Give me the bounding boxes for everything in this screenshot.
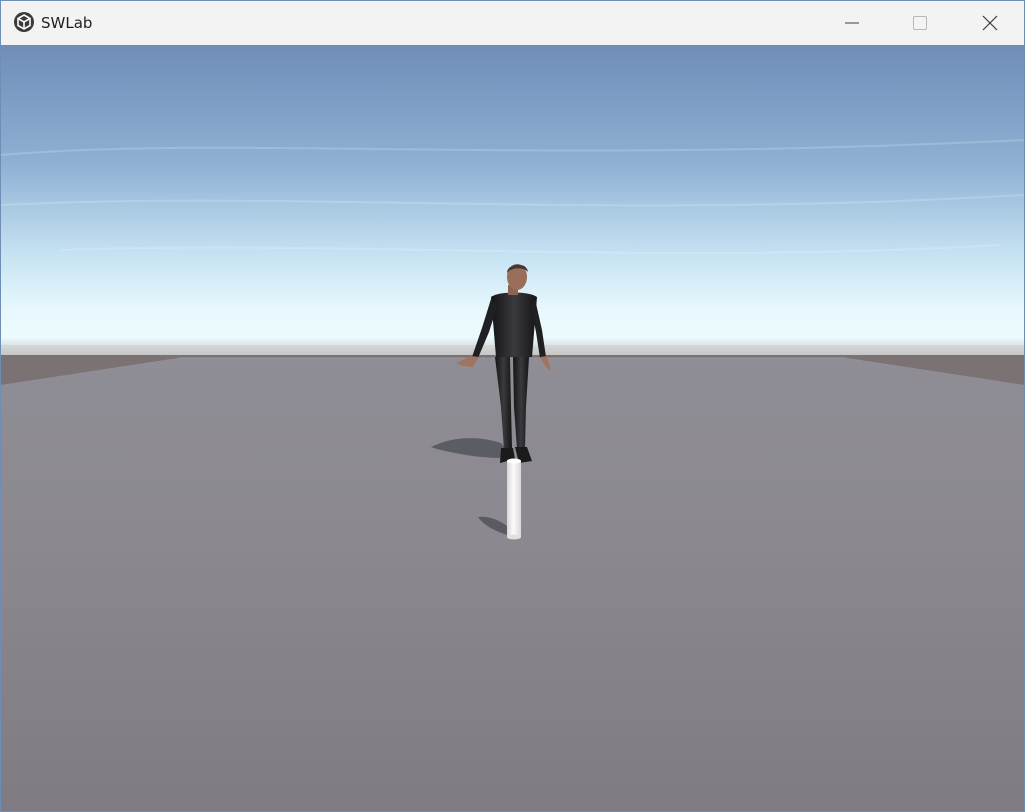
app-window: SWLab <box>0 0 1025 812</box>
close-icon <box>982 15 998 31</box>
minimize-icon <box>845 22 859 24</box>
maximize-button[interactable] <box>886 1 954 45</box>
maximize-icon <box>913 16 927 30</box>
white-cylinder <box>507 458 521 540</box>
ground-plane <box>1 358 1024 811</box>
game-viewport[interactable] <box>1 45 1024 811</box>
close-button[interactable] <box>956 1 1024 45</box>
title-bar[interactable]: SWLab <box>1 1 1024 45</box>
minimize-button[interactable] <box>818 1 886 45</box>
unity-logo-icon <box>14 12 34 32</box>
window-title: SWLab <box>41 14 93 32</box>
game-scene <box>1 45 1024 811</box>
